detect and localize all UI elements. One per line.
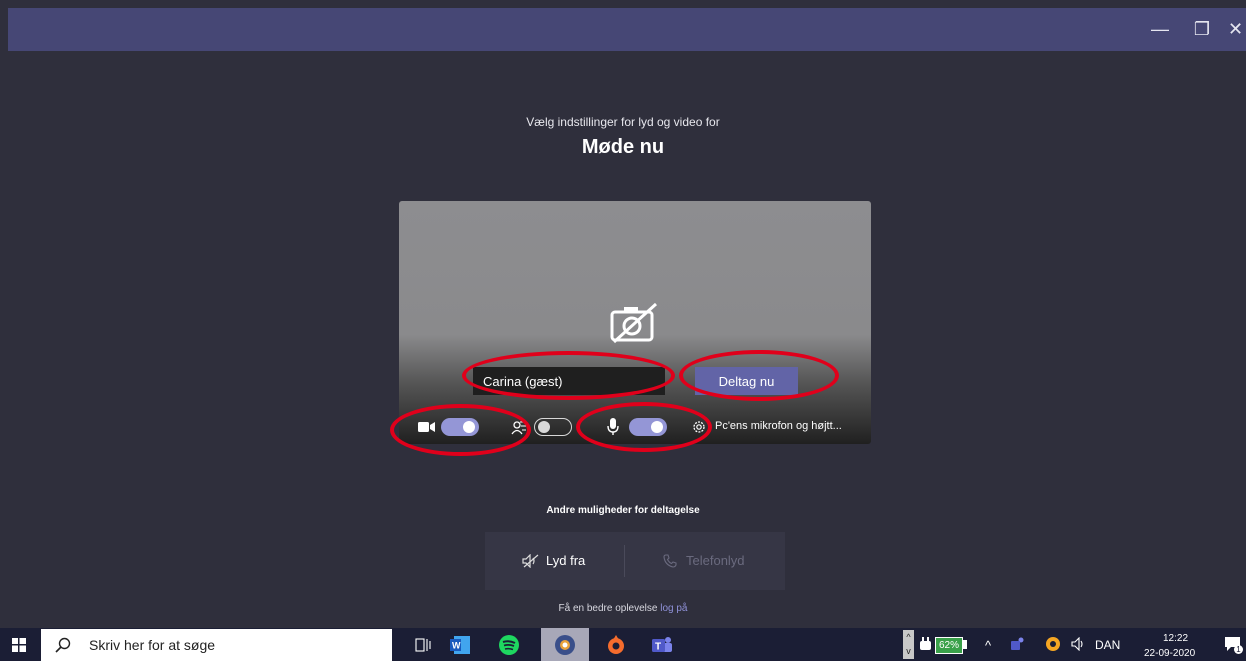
close-button[interactable]: ✕ [1228, 8, 1246, 51]
teams-tray-icon[interactable] [1009, 636, 1025, 652]
task-view-icon[interactable] [411, 633, 435, 657]
tray-scroll-icon[interactable]: ^ v [903, 630, 914, 659]
phone-audio-option[interactable]: Telefonlyd [663, 553, 745, 568]
search-placeholder: Skriv her for at søge [89, 637, 216, 653]
login-link[interactable]: log på [660, 603, 687, 614]
better-experience-text: Få en bedre oplevelse log på [0, 603, 1246, 614]
word-icon[interactable]: W [448, 633, 472, 657]
svg-text:W: W [452, 641, 461, 651]
origin-icon[interactable] [604, 633, 628, 657]
clock-date[interactable]: 22-09-2020 [1144, 648, 1195, 659]
audio-off-option[interactable]: Lyd fra [522, 553, 585, 568]
battery-tip-icon [963, 640, 967, 649]
annotation-name-ellipse [462, 351, 675, 400]
speaker-off-icon [522, 553, 539, 568]
spotify-icon[interactable] [497, 633, 521, 657]
other-options-title: Andre muligheder for deltagelse [546, 505, 700, 516]
battery-indicator[interactable]: 62% [935, 637, 963, 654]
language-indicator[interactable]: DAN [1095, 638, 1120, 652]
show-hidden-icons-icon[interactable]: ^ [985, 638, 991, 653]
origin-tray-icon[interactable] [1045, 636, 1061, 652]
app-icon[interactable] [553, 633, 577, 657]
audio-device-label[interactable]: Pc'ens mikrofon og højtt... [715, 420, 842, 432]
maximize-button[interactable]: ❐ [1186, 8, 1218, 51]
background-blur-toggle[interactable] [534, 418, 572, 436]
meeting-title: Møde nu [581, 136, 665, 158]
camera-off-icon [610, 302, 658, 344]
search-icon [55, 637, 71, 653]
teams-icon[interactable]: T [650, 633, 674, 657]
phone-icon [663, 553, 677, 568]
annotation-mic-ellipse [576, 402, 712, 452]
annotation-camera-ellipse [390, 404, 531, 456]
minimize-button[interactable]: — [1144, 8, 1176, 51]
better-experience-label: Få en bedre oplevelse [558, 603, 658, 614]
notification-icon[interactable]: 1 [1224, 636, 1243, 654]
options-divider [624, 545, 625, 577]
annotation-join-ellipse [679, 350, 839, 401]
phone-audio-label: Telefonlyd [686, 553, 745, 568]
volume-icon[interactable] [1071, 637, 1087, 651]
notification-count: 1 [1234, 645, 1243, 654]
taskbar-search-box[interactable]: Skriv her for at søge [41, 629, 392, 661]
power-plug-icon [920, 637, 931, 650]
title-bar [8, 8, 1246, 51]
svg-text:T: T [655, 642, 661, 653]
windows-start-icon[interactable] [12, 638, 26, 652]
clock-time[interactable]: 12:22 [1163, 633, 1188, 644]
prejoin-subtitle: Vælg indstillinger for lyd og video for [526, 115, 720, 129]
audio-off-label: Lyd fra [546, 553, 586, 568]
